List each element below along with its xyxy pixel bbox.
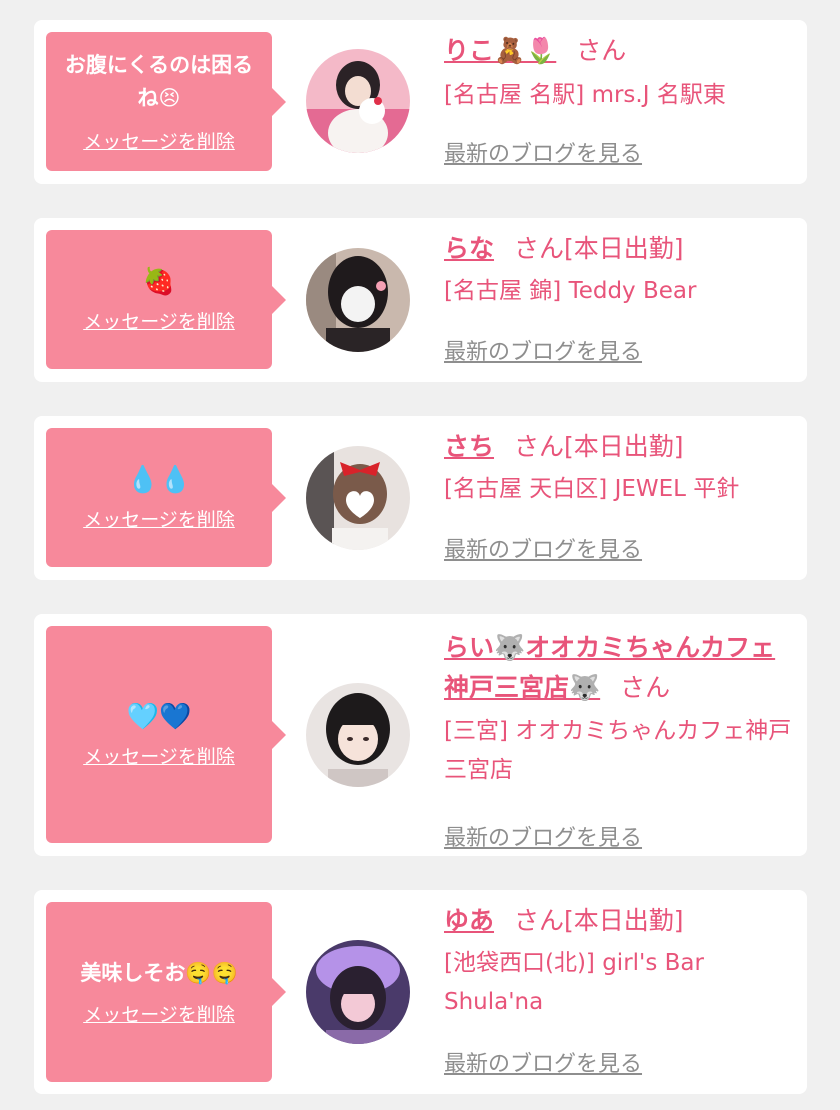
message-card: お腹にくるのは困るね😣 メッセージを削除 りこ🧸🌷 さん [名古屋 名駅] mrs… bbox=[34, 20, 807, 184]
delete-message-link[interactable]: メッセージを削除 bbox=[83, 127, 235, 154]
honorific: さん bbox=[514, 432, 565, 461]
delete-message-link[interactable]: メッセージを削除 bbox=[83, 307, 235, 334]
cast-info: らい🐺オオカミちゃんカフェ神戸三宮店🐺 さん [三宮] オオカミちゃんカフェ神戸三… bbox=[444, 628, 797, 851]
honorific: さん bbox=[620, 673, 671, 702]
shop-info: [三宮] オオカミちゃんカフェ神戸三宮店 bbox=[444, 718, 792, 783]
latest-blog-link[interactable]: 最新のブログを見る bbox=[444, 1046, 642, 1078]
shop-info: [池袋西口(北)] girl's Bar Shula'na bbox=[444, 950, 704, 1015]
honorific: さん bbox=[514, 906, 565, 935]
cast-name-link[interactable]: らな bbox=[444, 234, 494, 263]
cast-info: さち さん[本日出勤] [名古屋 天白区] JEWEL 平針 最新のブログを見る bbox=[444, 430, 797, 563]
attendance-status: [本日出勤] bbox=[564, 432, 684, 461]
message-text: 🩵💙 bbox=[126, 702, 192, 732]
cast-name-link[interactable]: りこ🧸🌷 bbox=[444, 36, 556, 65]
cast-name-link[interactable]: さち bbox=[444, 432, 494, 461]
message-text: 美味しそお🤤🤤 bbox=[80, 961, 238, 985]
message-card: 美味しそお🤤🤤 メッセージを削除 ゆあ さん[本日出勤] [池袋西口(北)] gi… bbox=[34, 890, 807, 1094]
cast-info: りこ🧸🌷 さん [名古屋 名駅] mrs.J 名駅東 最新のブログを見る bbox=[444, 34, 797, 167]
shop-info: [名古屋 天白区] JEWEL 平針 bbox=[444, 476, 740, 502]
latest-blog-link[interactable]: 最新のブログを見る bbox=[444, 532, 642, 564]
cast-name-link[interactable]: らい🐺オオカミちゃんカフェ神戸三宮店🐺 bbox=[444, 633, 775, 702]
message-text: お腹にくるのは困るね😣 bbox=[64, 53, 254, 110]
cast-info: らな さん[本日出勤] [名古屋 錦] Teddy Bear 最新のブログを見る bbox=[444, 232, 797, 365]
avatar[interactable] bbox=[306, 248, 410, 352]
message-bubble: 🩵💙 メッセージを削除 bbox=[46, 626, 272, 843]
shop-info: [名古屋 名駅] mrs.J 名駅東 bbox=[444, 82, 726, 108]
shop-info: [名古屋 錦] Teddy Bear bbox=[444, 278, 697, 304]
delete-message-link[interactable]: メッセージを削除 bbox=[83, 1000, 235, 1027]
cast-name-link[interactable]: ゆあ bbox=[444, 906, 494, 935]
message-card: 💧💧 メッセージを削除 さち さん[本日出勤] [名古屋 天白区] JEWEL 平… bbox=[34, 416, 807, 580]
delete-message-link[interactable]: メッセージを削除 bbox=[83, 742, 235, 769]
message-bubble: 🍓 メッセージを削除 bbox=[46, 230, 272, 369]
message-text: 🍓 bbox=[142, 267, 176, 297]
avatar[interactable] bbox=[306, 49, 410, 153]
avatar[interactable] bbox=[306, 683, 410, 787]
honorific: さん bbox=[514, 234, 565, 263]
avatar[interactable] bbox=[306, 446, 410, 550]
message-bubble: 美味しそお🤤🤤 メッセージを削除 bbox=[46, 902, 272, 1082]
avatar[interactable] bbox=[306, 940, 410, 1044]
latest-blog-link[interactable]: 最新のブログを見る bbox=[444, 820, 642, 852]
message-bubble: お腹にくるのは困るね😣 メッセージを削除 bbox=[46, 32, 272, 171]
message-card: 🍓 メッセージを削除 らな さん[本日出勤] [名古屋 錦] Teddy Bear… bbox=[34, 218, 807, 382]
latest-blog-link[interactable]: 最新のブログを見る bbox=[444, 136, 642, 168]
message-text: 💧💧 bbox=[126, 465, 192, 495]
delete-message-link[interactable]: メッセージを削除 bbox=[83, 505, 235, 532]
cast-info: ゆあ さん[本日出勤] [池袋西口(北)] girl's Bar Shula'na… bbox=[444, 904, 797, 1077]
attendance-status: [本日出勤] bbox=[564, 234, 684, 263]
attendance-status: [本日出勤] bbox=[564, 906, 684, 935]
latest-blog-link[interactable]: 最新のブログを見る bbox=[444, 334, 642, 366]
honorific: さん bbox=[576, 36, 627, 65]
message-bubble: 💧💧 メッセージを削除 bbox=[46, 428, 272, 567]
message-card: 🩵💙 メッセージを削除 らい🐺オオカミちゃんカフェ神戸三宮店🐺 さん [三宮] オ… bbox=[34, 614, 807, 856]
